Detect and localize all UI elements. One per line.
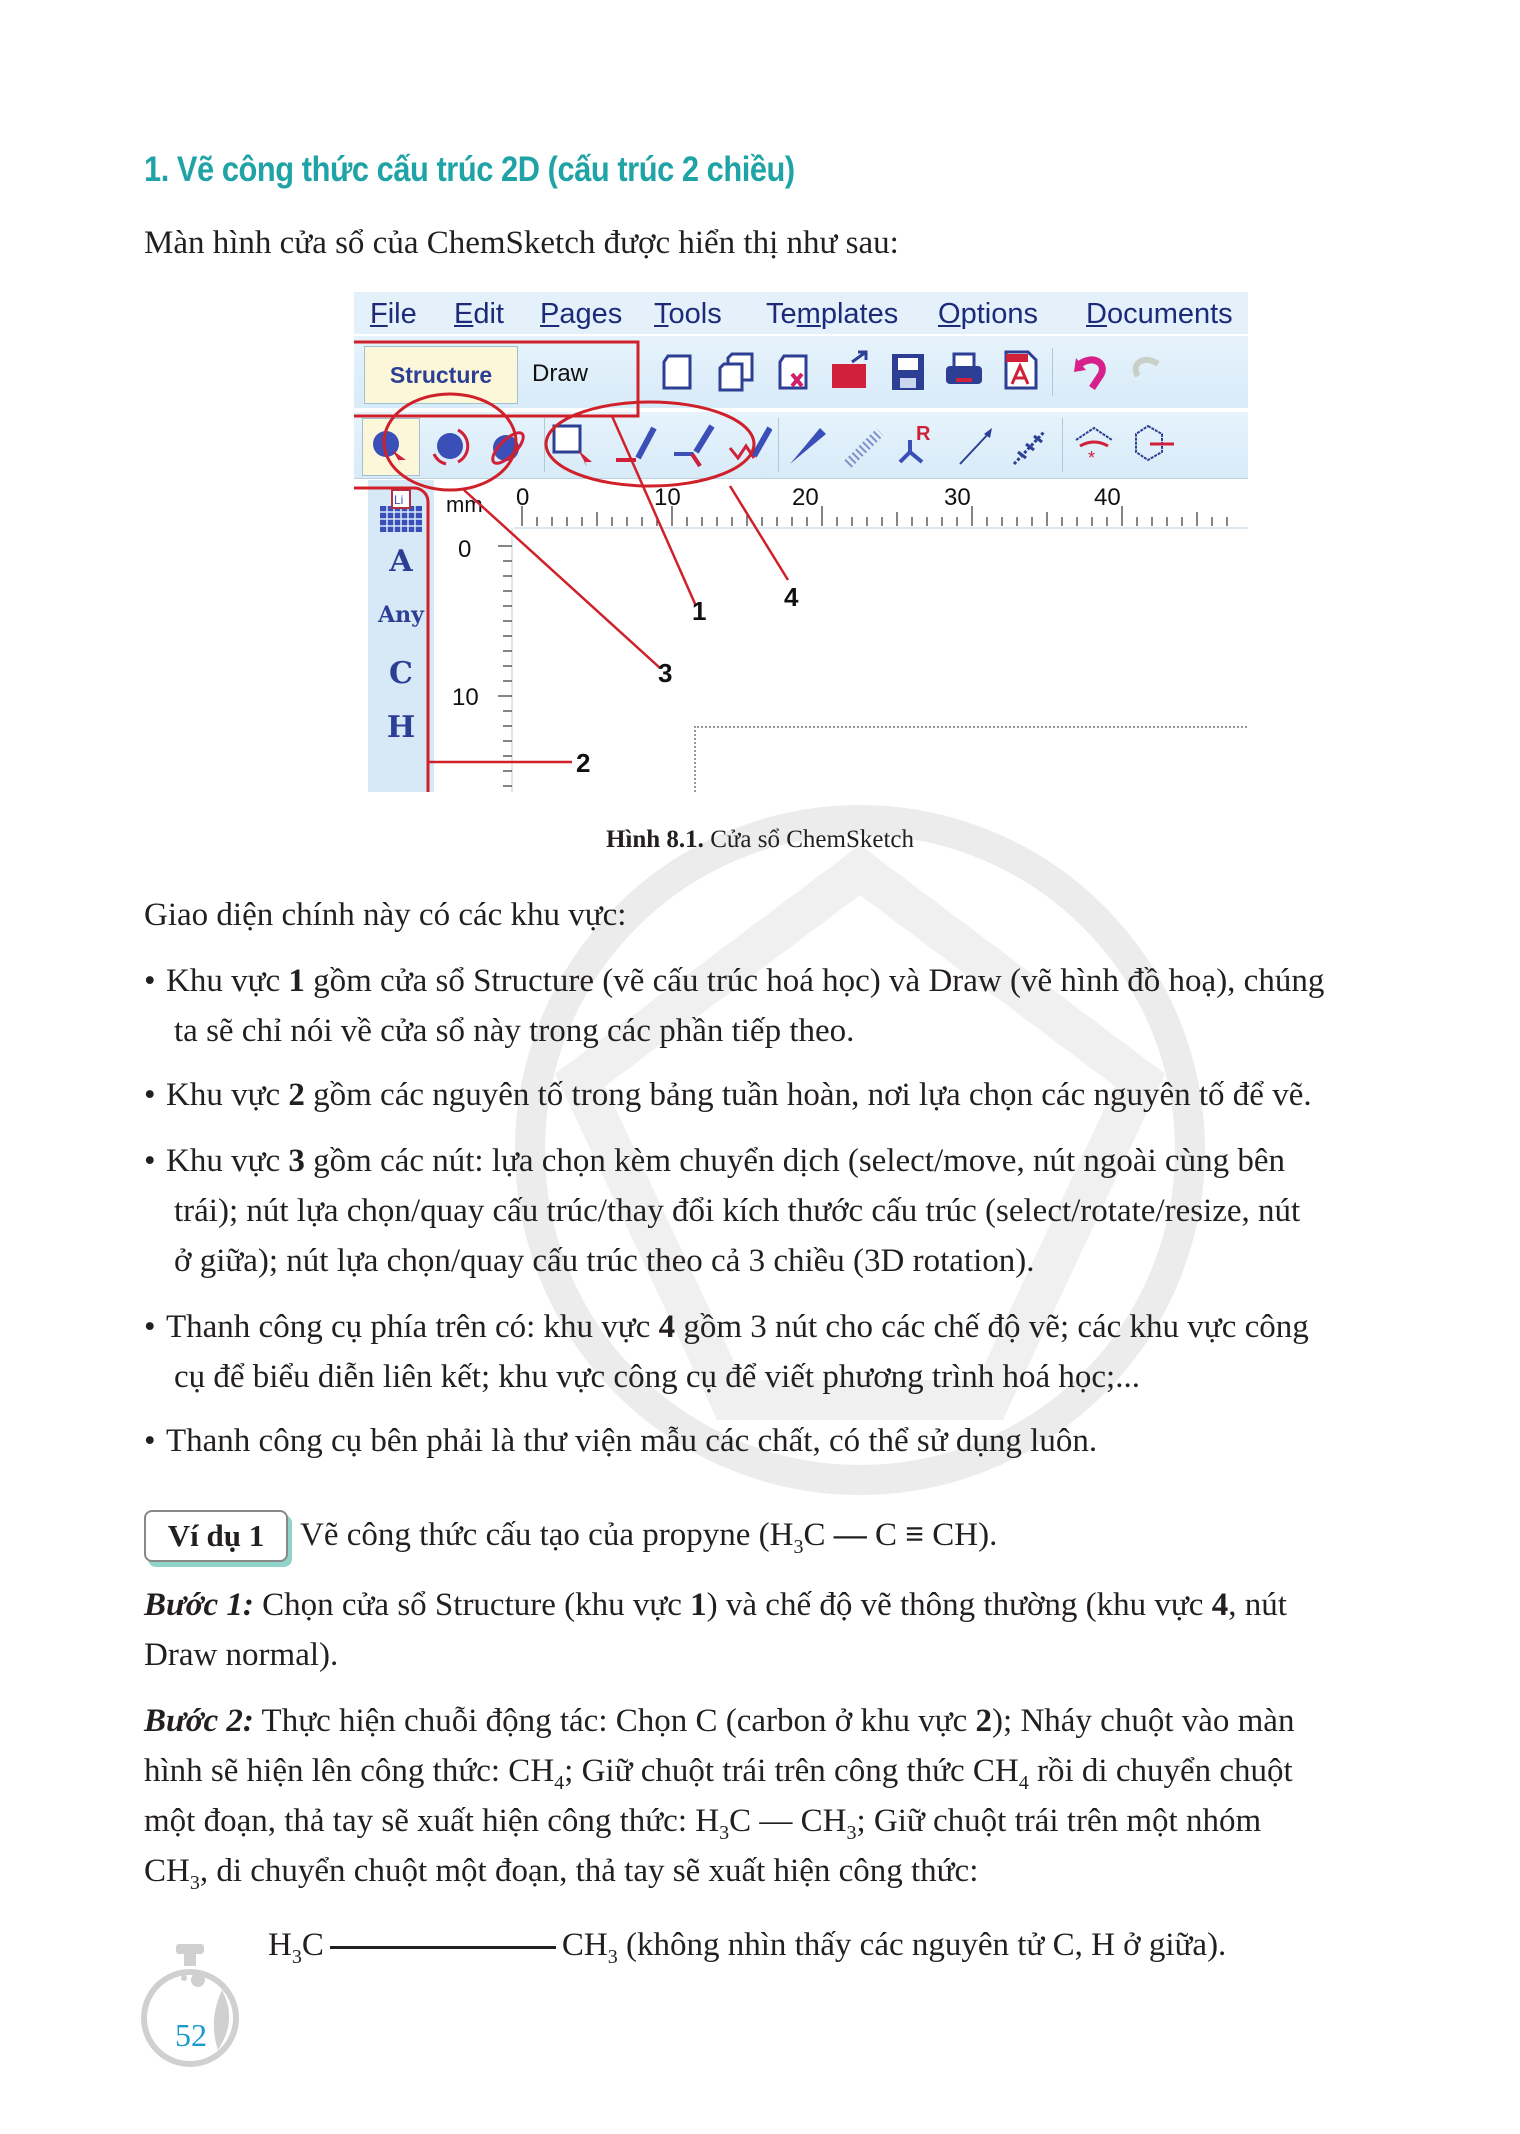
formula-text: H [268,1927,292,1963]
formula-text: C [301,1927,324,1963]
area-2-highlight [354,486,430,792]
bullet-dot: • [144,1077,156,1113]
subscript: 3 [189,1872,200,1894]
step-2: Bước 2: Thực hiện chuỗi động tác: Chọn C… [144,1696,1422,1896]
step-text: Draw normal). [144,1637,339,1673]
step-text: ; Giữ chuột trái trên một nhóm [856,1803,1262,1839]
step-text: hình sẽ hiện lên công thức: CH [144,1753,555,1789]
annotation-overlay [354,340,790,792]
example-text: C [866,1517,906,1553]
example-text: Vẽ công thức cấu tạo của propyne (H [300,1517,794,1553]
bullet-dot: • [144,963,156,999]
area-4-highlight [544,400,756,488]
formula-text: CH [561,1927,608,1963]
example-text: C [803,1517,834,1553]
step-text: Chọn cửa sổ Structure (khu vực [253,1587,691,1623]
areas-intro: Giao diện chính này có các khu vực: [144,897,627,933]
subscript: 3 [291,1946,302,1968]
figure-caption: Hình 8.1. Cửa sổ ChemSketch [0,826,1520,854]
callout-line-3 [463,489,661,669]
area-3-highlight [382,392,518,492]
bullet-dot: • [144,1309,156,1345]
callout-line-4 [728,485,790,581]
example-badge: Ví dụ 1 [144,1510,288,1562]
formula-note: (không nhìn thấy các nguyên tử C, H ở gi… [617,1927,1227,1963]
bullet-text: gồm cửa sổ Structure (vẽ cấu trúc hoá họ… [304,963,1325,999]
subscript: 4 [1018,1772,1029,1794]
bullet-text: Khu vực [166,1077,289,1113]
subscript: 4 [554,1772,565,1794]
page-number: 52 [175,2017,207,2053]
bullet-bold: 3 [288,1143,305,1179]
area-1-highlight [354,340,640,418]
step-text: , nút [1228,1587,1287,1623]
step-text: ) và chế độ vẽ thông thường (khu vực [706,1587,1212,1623]
bullet-item: • Khu vực 2 gồm các nguyên tố trong bảng … [144,1070,1422,1120]
bullet-text: gồm 3 nút cho các chế độ vẽ; các khu vực… [675,1309,1309,1345]
callout-3: 3 [658,658,673,688]
bullet-text: Khu vực [166,963,289,999]
subscript: 3 [607,1946,618,1968]
bullet-text: trái); nút lựa chọn/quay cấu trúc/thay đ… [174,1193,1301,1229]
step-text: CH [144,1853,190,1889]
subscript: 3 [846,1822,857,1844]
step-bold: 4 [1211,1587,1229,1623]
bullet-text: Thanh công cụ bên phải là thư viện mẫu c… [166,1423,1098,1459]
example-text: CH). [924,1517,998,1553]
callout-4: 4 [784,582,799,612]
bullet-bold: 4 [658,1309,676,1345]
step-text: rồi di chuyển chuột [1028,1753,1293,1789]
intro-text: Màn hình cửa sổ của ChemSketch được hiển… [144,225,899,261]
bullet-item: • Khu vực 3 gồm các nút: lựa chọn kèm chu… [144,1136,1422,1286]
callout-2: 2 [576,748,591,778]
bullet-text: ở giữa); nút lựa chọn/quay cấu trúc theo… [174,1243,1035,1279]
bullet-dot: • [144,1423,156,1459]
step-label: Bước 1: [144,1587,254,1623]
propane-formula: H3C CH3 (không nhìn thấy các nguyên tử C,… [268,1920,1226,1970]
bullet-item: • Thanh công cụ bên phải là thư viện mẫu … [144,1416,1422,1466]
bullet-item: • Khu vực 1 gồm cửa sổ Structure (vẽ cấu … [144,956,1422,1056]
step-text: ; Giữ chuột trái trên công thức CH [564,1753,1019,1789]
callout-1: 1 [692,596,707,626]
step-label: Bước 2: [144,1703,254,1739]
callout-line-1 [610,415,698,607]
step-1: Bước 1: Chọn cửa sổ Structure (khu vực 1… [144,1580,1422,1680]
bullet-text: gồm các nút: lựa chọn kèm chuyển dịch (s… [304,1143,1285,1179]
bullet-bold: 1 [288,963,305,999]
step-text: , di chuyển chuột một đoạn, thả tay sẽ x… [199,1853,979,1889]
bullet-text: ta sẽ chỉ nói về cửa sổ này trong các ph… [174,1013,855,1049]
subscript: 3 [793,1536,804,1558]
caption-label: Hình 8.1. [605,826,704,853]
bullet-bold: 2 [288,1077,305,1113]
chemsketch-screenshot: File Edit Pages Tools Templates Options … [354,292,1248,792]
step-text: một đoạn, thả tay sẽ xuất hiện công thức… [144,1803,720,1839]
caption-text: Cửa sổ ChemSketch [710,826,914,853]
step-bold: 2 [975,1703,993,1739]
bullet-text: Thanh công cụ phía trên có: khu vực [166,1309,659,1345]
step-text: C — CH [729,1803,847,1839]
triple-bond: ≡ [905,1517,925,1553]
step-bold: 1 [690,1587,707,1623]
bullet-text: gồm các nguyên tố trong bảng tuần hoàn, … [304,1077,1312,1113]
bullet-text: Khu vực [166,1143,289,1179]
subscript: 3 [719,1822,730,1844]
section-heading: 1. Vẽ công thức cấu trúc 2D (cấu trúc 2 … [144,150,795,189]
long-bond-line [329,1945,556,1949]
step-text: Thực hiện chuỗi động tác: Chọn C (carbon… [253,1703,976,1739]
example-title: Vẽ công thức cấu tạo của propyne (H3C — … [300,1510,1400,1560]
bullet-dot: • [144,1143,156,1179]
bullet-item: • Thanh công cụ phía trên có: khu vực 4 g… [144,1302,1422,1402]
bullet-text: cụ để biểu diễn liên kết; khu vực công c… [174,1359,1140,1395]
single-bond: — [833,1517,867,1553]
step-text: ); Nháy chuột vào màn [992,1703,1295,1739]
